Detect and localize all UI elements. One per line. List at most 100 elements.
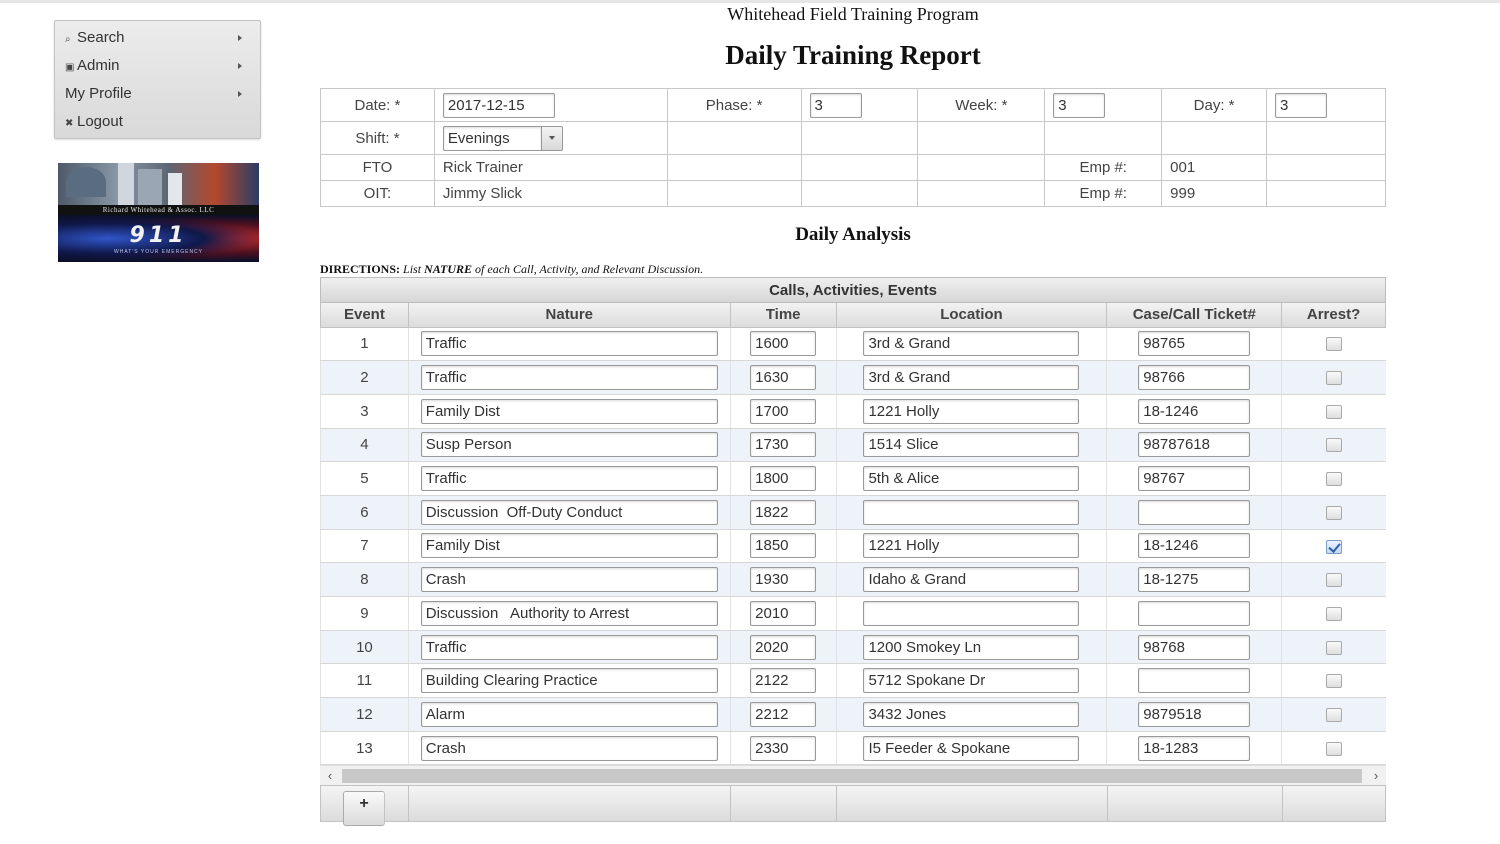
time-input[interactable]: 2212: [750, 701, 817, 727]
menu-item-admin[interactable]: ▣ Admin: [55, 52, 260, 80]
location-input[interactable]: [863, 499, 1080, 525]
event-number: 1: [320, 327, 409, 362]
nature-input[interactable]: Discussion Off-Duty Conduct: [420, 499, 718, 525]
nature-input[interactable]: Alarm: [420, 701, 718, 727]
case-ticket-input[interactable]: [1138, 600, 1251, 626]
week-input[interactable]: [1053, 92, 1106, 118]
arrest-checkbox[interactable]: [1325, 573, 1342, 588]
arrest-checkbox[interactable]: [1325, 674, 1342, 689]
shift-select[interactable]: Evenings: [442, 125, 563, 151]
time-input[interactable]: 2122: [750, 668, 817, 694]
scroll-right-icon[interactable]: ›: [1366, 766, 1386, 786]
column-header-event[interactable]: Event: [320, 303, 409, 328]
nature-input[interactable]: Traffic: [420, 466, 718, 492]
chevron-down-icon[interactable]: [540, 125, 563, 151]
case-ticket-input[interactable]: 18-1246: [1138, 398, 1251, 424]
arrest-checkbox[interactable]: [1325, 606, 1342, 621]
logo-tagline: WHAT'S YOUR EMERGENCY: [114, 249, 203, 255]
case-ticket-input[interactable]: 18-1246: [1138, 533, 1251, 559]
arrest-checkbox[interactable]: [1325, 438, 1342, 453]
menu-item-logout[interactable]: ✖ Logout: [55, 108, 260, 136]
location-input[interactable]: 3rd & Grand: [863, 365, 1080, 391]
arrest-checkbox[interactable]: [1325, 505, 1342, 520]
arrest-checkbox[interactable]: [1325, 472, 1342, 487]
nature-input[interactable]: Crash: [420, 567, 718, 593]
time-input[interactable]: 1800: [750, 466, 817, 492]
case-ticket-input[interactable]: [1138, 668, 1251, 694]
scroll-left-icon[interactable]: ‹: [320, 766, 340, 786]
caret-right-icon: [238, 91, 242, 97]
location-input[interactable]: I5 Feeder & Spokane: [863, 735, 1080, 761]
time-input[interactable]: 2020: [750, 634, 817, 660]
time-input[interactable]: 1600: [750, 331, 817, 357]
nature-input[interactable]: Traffic: [420, 331, 718, 357]
location-input[interactable]: 3rd & Grand: [863, 331, 1080, 357]
table-row: 10 Traffic 2020 1200 Smokey Ln 98768: [320, 630, 1386, 665]
arrest-checkbox[interactable]: [1325, 640, 1342, 655]
menu-item-search[interactable]: ⌕ Search: [55, 24, 260, 52]
time-input[interactable]: 1930: [750, 567, 817, 593]
oit-emp-number: 999: [1161, 180, 1268, 207]
section-title: Daily Analysis: [795, 224, 911, 245]
time-input[interactable]: 1730: [750, 432, 817, 458]
location-input[interactable]: [863, 600, 1080, 626]
nature-input[interactable]: Crash: [420, 735, 718, 761]
location-input[interactable]: 3432 Jones: [863, 701, 1080, 727]
footer-cell: [1108, 786, 1283, 822]
arrest-checkbox[interactable]: [1325, 371, 1342, 386]
scrollbar-thumb[interactable]: [342, 769, 1362, 784]
nature-input[interactable]: Family Dist: [420, 398, 718, 424]
case-ticket-input[interactable]: 18-1283: [1138, 735, 1251, 761]
case-ticket-input[interactable]: 18-1275: [1138, 567, 1251, 593]
case-ticket-input[interactable]: 98765: [1138, 331, 1251, 357]
location-input[interactable]: 1221 Holly: [863, 533, 1080, 559]
nature-input[interactable]: Susp Person: [420, 432, 718, 458]
arrest-checkbox[interactable]: [1325, 404, 1342, 419]
location-input[interactable]: 1221 Holly: [863, 398, 1080, 424]
arrest-checkbox[interactable]: [1325, 539, 1342, 554]
menu-item-my-profile[interactable]: My Profile: [55, 80, 260, 108]
location-input[interactable]: 5th & Alice: [863, 466, 1080, 492]
footer-cell: [837, 786, 1108, 822]
case-ticket-input[interactable]: [1138, 499, 1251, 525]
column-header-time[interactable]: Time: [729, 303, 837, 328]
location-input[interactable]: 5712 Spokane Dr: [863, 668, 1080, 694]
nature-input[interactable]: Traffic: [420, 365, 718, 391]
case-ticket-input[interactable]: 98787618: [1138, 432, 1251, 458]
footer-cell: [1283, 786, 1385, 821]
column-header-nature[interactable]: Nature: [407, 303, 731, 328]
add-row-button[interactable]: +: [343, 791, 385, 827]
time-input[interactable]: 2330: [750, 735, 817, 761]
table-row: 1 Traffic 1600 3rd & Grand 98765: [320, 327, 1386, 362]
case-ticket-input[interactable]: 98766: [1138, 365, 1251, 391]
arrest-checkbox[interactable]: [1325, 707, 1342, 722]
admin-icon: ▣: [65, 62, 75, 73]
nature-input[interactable]: Discussion Authority to Arrest: [420, 600, 718, 626]
time-input[interactable]: 1630: [750, 365, 817, 391]
case-ticket-input[interactable]: 98767: [1138, 466, 1251, 492]
arrest-checkbox[interactable]: [1325, 741, 1342, 756]
horizontal-scrollbar[interactable]: ‹ ›: [320, 765, 1386, 786]
nature-input[interactable]: Building Clearing Practice: [420, 668, 718, 694]
nature-input[interactable]: Family Dist: [420, 533, 718, 559]
nature-input[interactable]: Traffic: [420, 634, 718, 660]
table-row: 8 Crash 1930 Idaho & Grand 18-1275: [320, 562, 1386, 597]
column-header-location[interactable]: Location: [835, 303, 1108, 328]
day-input[interactable]: [1275, 92, 1328, 118]
column-header-case[interactable]: Case/Call Ticket#: [1106, 303, 1283, 328]
phase-input[interactable]: [809, 92, 862, 118]
time-input[interactable]: 2010: [750, 600, 817, 626]
location-input[interactable]: 1200 Smokey Ln: [863, 634, 1080, 660]
case-ticket-input[interactable]: 98768: [1138, 634, 1251, 660]
location-input[interactable]: Idaho & Grand: [863, 567, 1080, 593]
date-input[interactable]: [442, 92, 555, 118]
case-ticket-input[interactable]: 9879518: [1138, 701, 1251, 727]
date-label: Date: *: [320, 88, 435, 122]
location-input[interactable]: 1514 Slice: [863, 432, 1080, 458]
time-input[interactable]: 1850: [750, 533, 817, 559]
time-input[interactable]: 1700: [750, 398, 817, 424]
events-grid: Calls, Activities, Events Event Nature T…: [320, 277, 1386, 827]
column-header-arrest[interactable]: Arrest?: [1281, 303, 1386, 328]
arrest-checkbox[interactable]: [1325, 337, 1342, 352]
time-input[interactable]: 1822: [750, 499, 817, 525]
